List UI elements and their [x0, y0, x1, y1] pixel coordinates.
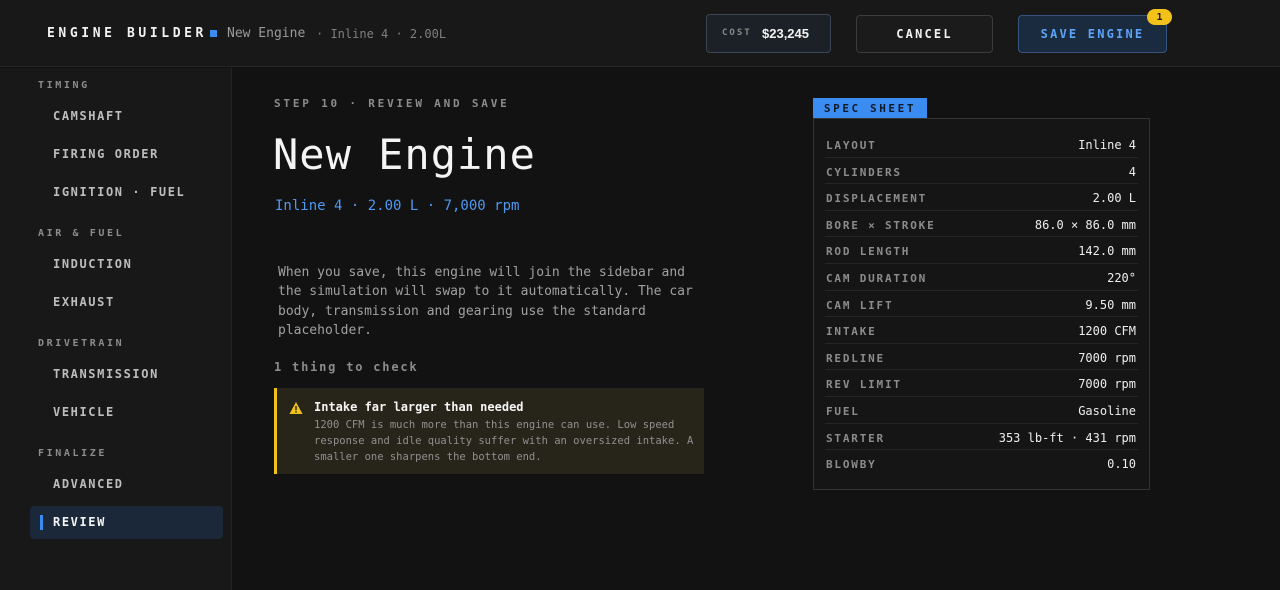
- spec-value: 4: [1128, 164, 1136, 179]
- sidebar-item-firing-order[interactable]: FIRING ORDER: [53, 147, 159, 161]
- sidebar-item-ignition-fuel[interactable]: IGNITION · FUEL: [53, 185, 185, 199]
- spec-key: DISPLACEMENT: [826, 192, 928, 206]
- sidebar-item-transmission[interactable]: TRANSMISSION: [53, 367, 159, 381]
- check-count: 1 thing to check: [274, 360, 419, 374]
- spec-key: FUEL: [826, 405, 860, 418]
- spec-key: ROD LENGTH: [826, 245, 911, 259]
- app-title: ENGINE BUILDER: [47, 26, 207, 41]
- warning-triangle-icon: [289, 402, 303, 414]
- spec-value: Inline 4: [1078, 138, 1136, 152]
- cost-display: COST $23,245: [706, 14, 831, 53]
- top-bar: ENGINE BUILDER New Engine · Inline 4 · 2…: [0, 0, 1280, 67]
- spec-key: LAYOUT: [826, 139, 877, 152]
- spec-row: CYLINDERS 4: [825, 158, 1138, 185]
- warning-body: 1200 CFM is much more than this engine c…: [314, 419, 694, 463]
- spec-key: CAM DURATION: [826, 272, 928, 285]
- spec-row: CAM LIFT 9.50 mm: [825, 291, 1138, 318]
- spec-sheet-tab: SPEC SHEET: [813, 98, 927, 118]
- warning-card: Intake far larger than needed 1200 CFM i…: [274, 388, 704, 474]
- cost-label: COST: [722, 28, 752, 38]
- spec-key: REDLINE: [826, 351, 885, 365]
- spec-value: 353 lb-ft · 431 rpm: [998, 430, 1136, 445]
- spec-row: BORE × STROKE 86.0 × 86.0 mm: [825, 211, 1138, 238]
- spec-value: Gasoline: [1078, 404, 1136, 418]
- spec-key: STARTER: [826, 431, 885, 445]
- spec-value: 220°: [1107, 271, 1136, 285]
- active-indicator: [40, 515, 43, 530]
- spec-row: STARTER 353 lb-ft · 431 rpm: [825, 424, 1138, 451]
- spec-value: 9.50 mm: [1085, 297, 1136, 312]
- spec-row: INTAKE 1200 CFM: [825, 317, 1138, 344]
- page-title: New Engine: [273, 130, 536, 179]
- spec-key: INTAKE: [826, 325, 877, 339]
- step-label: STEP 10 · REVIEW AND SAVE: [274, 97, 510, 110]
- spec-key: BORE × STROKE: [826, 218, 936, 232]
- sidebar-item-camshaft[interactable]: CAMSHAFT: [53, 109, 124, 123]
- spec-value: 7000 rpm: [1078, 350, 1136, 365]
- sidebar-section-finalize: FINALIZE: [38, 448, 107, 459]
- warning-title: Intake far larger than needed: [314, 400, 524, 414]
- spec-value: 86.0 × 86.0 mm: [1034, 217, 1136, 232]
- spec-row: REDLINE 7000 rpm: [825, 344, 1138, 371]
- sidebar-section-air-fuel: AIR & FUEL: [38, 228, 125, 239]
- spec-row: REV LIMIT 7000 rpm: [825, 370, 1138, 397]
- save-warning-badge: 1: [1147, 9, 1172, 25]
- spec-row: BLOWBY 0.10: [825, 450, 1138, 477]
- spec-row: DISPLACEMENT 2.00 L: [825, 184, 1138, 211]
- spec-value: 142.0 mm: [1078, 244, 1136, 259]
- spec-key: BLOWBY: [826, 458, 877, 472]
- spec-value: 7000 rpm: [1078, 377, 1136, 392]
- spec-key: CYLINDERS: [826, 165, 902, 179]
- spec-row: ROD LENGTH 142.0 mm: [825, 237, 1138, 264]
- brand-square-icon: [210, 30, 217, 37]
- spec-row: LAYOUT Inline 4: [825, 131, 1138, 158]
- sidebar-item-vehicle[interactable]: VEHICLE: [53, 405, 115, 419]
- sidebar-section-timing: TIMING: [38, 80, 90, 91]
- sidebar-item-review[interactable]: REVIEW: [53, 515, 106, 529]
- cancel-button[interactable]: CANCEL: [856, 15, 993, 53]
- engine-summary: Inline 4 · 2.00 L · 7,000 rpm: [275, 198, 520, 214]
- sidebar-item-advanced[interactable]: ADVANCED: [53, 477, 124, 491]
- sidebar-section-drivetrain: DRIVETRAIN: [38, 338, 125, 349]
- save-engine-button[interactable]: SAVE ENGINE: [1018, 15, 1167, 53]
- sidebar-item-induction[interactable]: INDUCTION: [53, 257, 132, 271]
- sidebar-item-exhaust[interactable]: EXHAUST: [53, 295, 115, 309]
- engine-meta-breadcrumb: · Inline 4 · 2.00L: [316, 27, 447, 41]
- spec-sheet: LAYOUT Inline 4 CYLINDERS 4 DISPLACEMENT…: [813, 118, 1150, 490]
- spec-value: 1200 CFM: [1078, 324, 1136, 339]
- spec-row: FUEL Gasoline: [825, 397, 1138, 424]
- spec-key: REV LIMIT: [826, 378, 902, 392]
- save-description: When you save, this engine will join the…: [278, 265, 693, 338]
- spec-key: CAM LIFT: [826, 298, 894, 312]
- spec-value: 2.00 L: [1092, 191, 1136, 206]
- spec-row: CAM DURATION 220°: [825, 264, 1138, 291]
- engine-name-breadcrumb: New Engine: [227, 26, 306, 41]
- spec-value: 0.10: [1107, 457, 1136, 472]
- cost-value: $23,245: [762, 26, 809, 41]
